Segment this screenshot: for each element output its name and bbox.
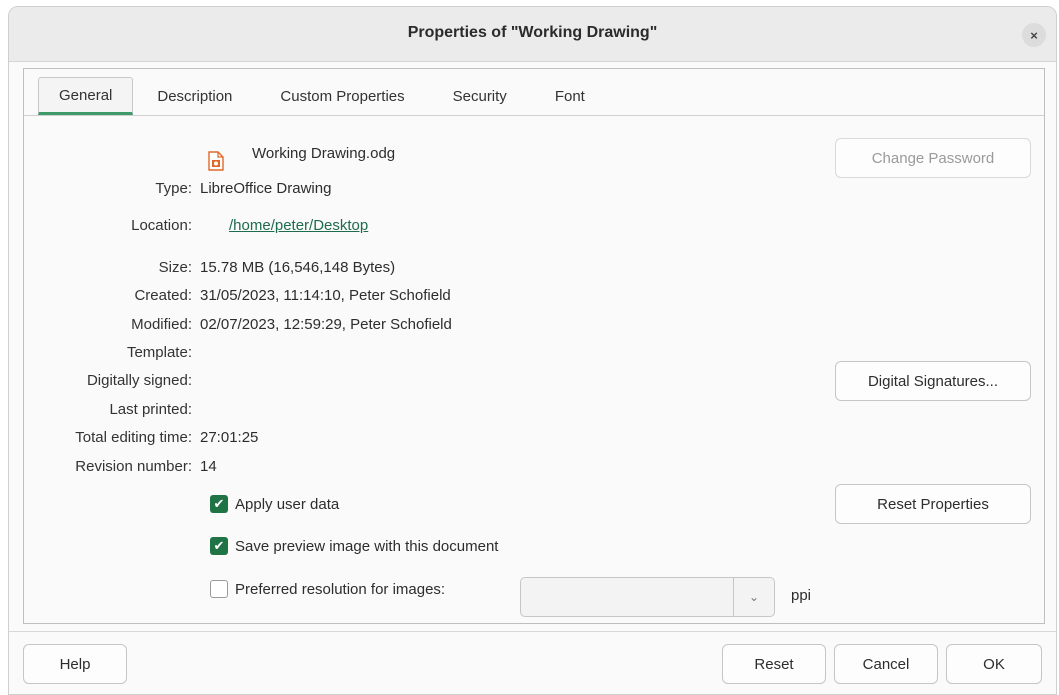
chevron-down-icon[interactable]: ⌄ xyxy=(733,578,774,616)
cancel-button[interactable]: Cancel xyxy=(834,644,938,684)
close-button[interactable]: × xyxy=(1022,23,1046,47)
reset-button[interactable]: Reset xyxy=(722,644,826,684)
type-value: LibreOffice Drawing xyxy=(200,180,332,197)
save-preview-label: Save preview image with this document xyxy=(235,537,499,555)
ok-button[interactable]: OK xyxy=(946,644,1042,684)
tab-panel: General Description Custom Properties Se… xyxy=(23,68,1045,624)
footer-divider xyxy=(9,631,1056,632)
save-preview-checkbox[interactable]: ✔ Save preview image with this document xyxy=(210,537,498,555)
location-link[interactable]: /home/peter/Desktop xyxy=(229,217,368,234)
total-editing-time-value: 27:01:25 xyxy=(200,429,259,446)
tab-font[interactable]: Font xyxy=(531,77,609,115)
size-label: Size: xyxy=(158,259,192,276)
location-label: Location: xyxy=(131,217,192,234)
created-value: 31/05/2023, 11:14:10, Peter Schofield xyxy=(200,287,451,304)
digitally-signed-label: Digitally signed: xyxy=(86,372,192,389)
file-name: Working Drawing.odg xyxy=(252,145,396,162)
apply-user-data-label: Apply user data xyxy=(235,495,340,513)
preferred-resolution-checkbox[interactable]: Preferred resolution for images: xyxy=(210,580,445,598)
modified-value: 02/07/2023, 12:59:29, Peter Schofield xyxy=(200,316,452,333)
checkbox-unchecked-icon xyxy=(210,580,228,598)
apply-user-data-checkbox[interactable]: ✔ Apply user data xyxy=(210,495,339,513)
checkbox-checked-icon: ✔ xyxy=(210,537,228,555)
created-label: Created: xyxy=(134,287,192,304)
template-label: Template: xyxy=(126,344,192,361)
preferred-resolution-label: Preferred resolution for images: xyxy=(235,580,446,598)
revision-number-label: Revision number: xyxy=(75,458,192,475)
type-label: Type: xyxy=(155,180,192,197)
title-bar: Properties of "Working Drawing" × xyxy=(9,7,1056,62)
modified-label: Modified: xyxy=(131,316,192,333)
reset-properties-button[interactable]: Reset Properties xyxy=(835,484,1031,524)
size-value: 15.78 MB (16,546,148 Bytes) xyxy=(200,259,396,276)
general-page: Working Drawing.odg Type: LibreOffice Dr… xyxy=(24,135,1044,615)
digital-signatures-button[interactable]: Digital Signatures... xyxy=(835,361,1031,401)
revision-number-value: 14 xyxy=(200,458,217,475)
tab-custom-properties[interactable]: Custom Properties xyxy=(256,77,428,115)
tab-general[interactable]: General xyxy=(38,77,134,115)
tab-divider xyxy=(24,115,1044,116)
tab-description[interactable]: Description xyxy=(133,77,256,115)
tab-bar: General Description Custom Properties Se… xyxy=(38,77,609,115)
last-printed-label: Last printed: xyxy=(109,401,192,418)
change-password-button[interactable]: Change Password xyxy=(835,138,1031,178)
draw-document-icon xyxy=(208,151,224,171)
properties-dialog: Properties of "Working Drawing" × Genera… xyxy=(8,6,1057,695)
dialog-title: Properties of "Working Drawing" xyxy=(407,24,658,41)
tab-security[interactable]: Security xyxy=(429,77,531,115)
total-editing-time-label: Total editing time: xyxy=(75,429,192,446)
close-icon: × xyxy=(1030,27,1038,43)
ppi-unit-label: ppi xyxy=(791,587,812,604)
resolution-combobox[interactable]: ⌄ xyxy=(520,577,775,617)
checkbox-checked-icon: ✔ xyxy=(210,495,228,513)
help-button[interactable]: Help xyxy=(23,644,127,684)
